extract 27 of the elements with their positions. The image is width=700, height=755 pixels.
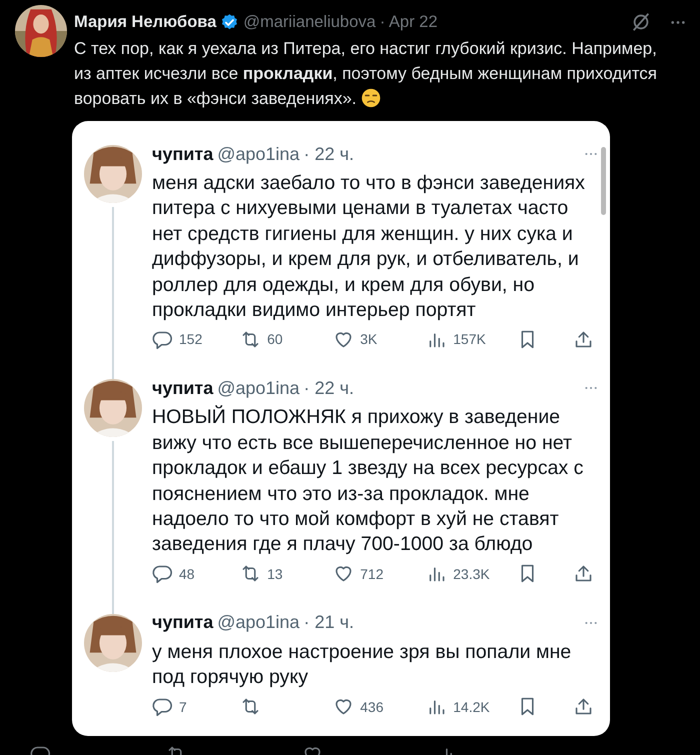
post-time[interactable]: · 22 ч. bbox=[304, 144, 354, 164]
count: 14.2K bbox=[453, 698, 490, 715]
author-name[interactable]: чупита bbox=[152, 612, 214, 634]
author-handle[interactable]: @apo1ina bbox=[217, 612, 300, 634]
post-text: меня адски заебало то что в фэнси заведениях питера с нихуевыми ценами в туалетах часто нет средств гигиены для женщин. у них сука и диффузоры, и крем для рук, и отбеливатель, и роллер для одежды, и крем для обуви, но прокладки видимо интерьер портят bbox=[152, 171, 586, 324]
count: 3K bbox=[360, 331, 378, 348]
count: 60 bbox=[267, 331, 283, 348]
count: 436 bbox=[360, 698, 384, 715]
count: 157K bbox=[453, 331, 486, 348]
author-name[interactable]: Мария Нелюбова bbox=[74, 12, 216, 32]
post-time[interactable]: · 22 ч. bbox=[304, 378, 354, 399]
count: 48 bbox=[179, 566, 195, 582]
count: 152 bbox=[179, 331, 202, 348]
post-date[interactable]: · Apr 22 bbox=[380, 12, 438, 32]
author-handle[interactable]: @apo1ina bbox=[217, 378, 300, 399]
count: 7 bbox=[179, 698, 187, 715]
count: 712 bbox=[360, 566, 384, 582]
post-time[interactable]: · 21 ч. bbox=[304, 612, 354, 634]
post-text: у меня плохое настроение зря вы попали мне под горячую руку bbox=[152, 640, 572, 690]
count: 23.3K bbox=[453, 566, 490, 582]
post-text: С тех пор, как я уехала из Питера, его настиг глубокий кризис. Например, из аптек исчезли все прокладки, поэтому бедным женщинам приходится воровать их в «фэнси заведениях». bbox=[74, 38, 658, 110]
author-handle[interactable]: @mariianeliubova bbox=[243, 12, 376, 32]
author-name[interactable]: чупита bbox=[152, 378, 214, 399]
author-handle[interactable]: @apo1ina bbox=[217, 144, 300, 164]
post-text: НОВЫЙ ПОЛОЖНЯК я прихожу в заведение вижу что есть все вышеперечисленное но нет прокладок и ебашу 1 звезду на всех ресурсах с пояснением что это из-за прокладок. мне надоело то что мой комфорт в хуй не ставят заведения где я плачу 700-1000 за блюдо bbox=[152, 405, 584, 558]
count: 13 bbox=[267, 566, 283, 582]
author-name[interactable]: чупита bbox=[152, 144, 214, 164]
